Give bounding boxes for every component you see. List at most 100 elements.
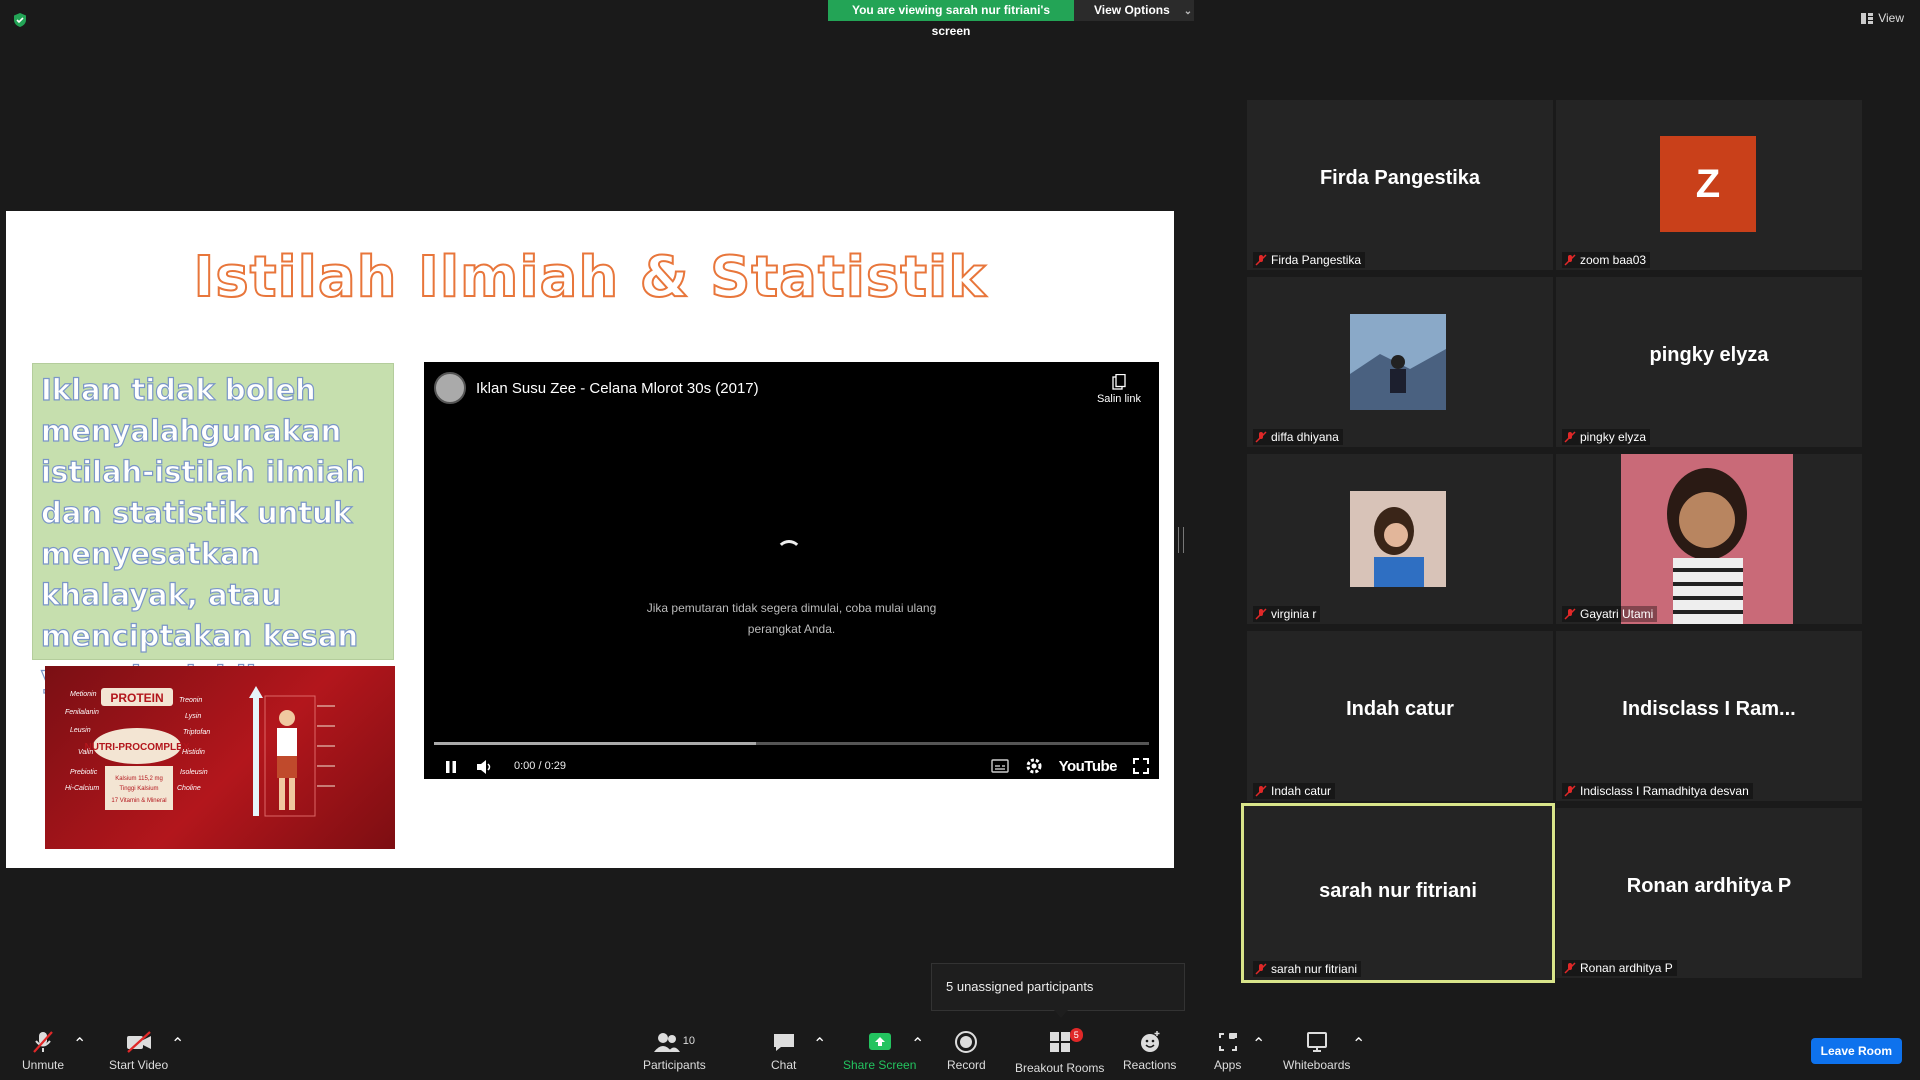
ad-word: Valin (78, 749, 93, 756)
audio-options-caret[interactable]: ⌃ (73, 1034, 86, 1054)
ad-word: NUTRI-PROCOMPLEX (85, 742, 190, 753)
captions-icon[interactable] (990, 759, 1009, 773)
participant-label-text: sarah nur fitriani (1271, 962, 1358, 976)
smiley-icon (1140, 1031, 1160, 1052)
nutrition-ad-graphic: PROTEIN NUTRI-PROCOMPLEX Metionin Fenila… (65, 686, 335, 817)
start-video-label: Start Video (109, 1058, 169, 1072)
screen-share-banner: You are viewing sarah nur fitriani's scr… (828, 0, 1194, 38)
participant-label-text: zoom baa03 (1580, 253, 1647, 267)
video-options-caret[interactable]: ⌃ (171, 1034, 184, 1054)
shared-slide: Istilah Ilmiah & Statistik Iklan tidak b… (6, 211, 1174, 868)
participant-name-large: Indisclass I Ram... (1622, 698, 1796, 720)
share-screen-button[interactable]: Share Screen (843, 1030, 916, 1072)
copy-icon (1112, 373, 1126, 390)
participant-label: virginia r (1253, 606, 1321, 622)
mic-muted-icon (1564, 785, 1576, 797)
participants-count: 10 (682, 1035, 695, 1047)
mic-muted-icon (1564, 431, 1576, 443)
record-icon (955, 1031, 978, 1053)
pause-icon[interactable] (444, 760, 458, 774)
view-label: View (1878, 11, 1904, 25)
playback-message: Jika pemutaran tidak segera dimulai, cob… (646, 601, 937, 636)
view-button[interactable]: View (1861, 11, 1904, 25)
participant-label-text: virginia r (1271, 607, 1317, 621)
breakout-rooms-button[interactable]: 5 Breakout Rooms (1015, 1028, 1105, 1075)
player-right-controls: YouTube (990, 757, 1149, 775)
ad-word: Treonin (179, 697, 202, 704)
participant-label-text: Firda Pangestika (1271, 253, 1362, 267)
apps-options-caret[interactable]: ⌃ (1252, 1034, 1265, 1054)
participant-photo (1621, 454, 1793, 624)
participant-label: pingky elyza (1562, 429, 1651, 445)
start-video-button[interactable]: Start Video (109, 1030, 168, 1072)
participant-tile-active-speaker[interactable]: sarah nur fitriani sarah nur fitriani (1241, 803, 1555, 983)
view-options-button[interactable]: View Options ⌄ (1074, 0, 1194, 21)
participant-tile[interactable]: Indisclass I Ram... Indisclass I Ramadhi… (1556, 631, 1862, 801)
copy-link-button[interactable]: Salin link (1096, 373, 1141, 405)
viewing-screen-message: You are viewing sarah nur fitriani's scr… (828, 0, 1074, 38)
mic-muted-icon (1564, 254, 1576, 266)
participant-label-text: Indah catur (1271, 784, 1332, 798)
breakout-rooms-badge: 5 (1069, 1028, 1083, 1042)
participant-tile[interactable]: Indah catur Indah catur (1247, 631, 1553, 801)
shield-icon[interactable] (12, 12, 28, 28)
participant-tile[interactable]: diffa dhiyana (1247, 277, 1553, 447)
participant-label: zoom baa03 (1562, 252, 1651, 268)
breakout-rooms-label: Breakout Rooms (1015, 1061, 1105, 1075)
unmute-label: Unmute (22, 1058, 65, 1072)
participant-name-large: Ronan ardhitya P (1626, 875, 1792, 897)
participant-tile[interactable]: Firda Pangestika Firda Pangestika (1247, 100, 1553, 270)
mic-muted-icon (1564, 608, 1576, 620)
unassigned-participants-tooltip[interactable]: 5 unassigned participants (931, 963, 1185, 1018)
whiteboards-label: Whiteboards (1283, 1058, 1351, 1072)
whiteboards-options-caret[interactable]: ⌃ (1352, 1034, 1365, 1054)
panel-resize-handle[interactable] (1178, 527, 1184, 553)
participant-tile[interactable]: pingky elyza pingky elyza (1556, 277, 1862, 447)
whiteboard-icon (1306, 1032, 1327, 1052)
participant-tile[interactable]: Z zoom baa03 (1556, 100, 1862, 270)
youtube-player[interactable]: Iklan Susu Zee - Celana Mlorot 30s (2017… (424, 362, 1159, 779)
participant-name-large: Firda Pangestika (1319, 167, 1481, 189)
copy-link-label: Salin link (1096, 393, 1141, 405)
record-button[interactable]: Record (947, 1030, 986, 1072)
video-off-icon (126, 1031, 151, 1053)
participant-label: Ronan ardhitya P (1562, 960, 1677, 976)
ad-word: Hi-Calcium (65, 785, 99, 792)
share-options-caret[interactable]: ⌃ (911, 1034, 924, 1054)
participant-tile[interactable]: Gayatri Utami (1556, 454, 1862, 624)
unmute-button[interactable]: Unmute (22, 1030, 64, 1072)
ad-word: Prebiotic (70, 769, 98, 776)
apps-icon (1218, 1033, 1237, 1051)
chat-button[interactable]: Chat (771, 1030, 796, 1072)
whiteboards-button[interactable]: Whiteboards (1283, 1030, 1350, 1072)
participant-label: Gayatri Utami (1562, 606, 1658, 622)
youtube-logo[interactable]: YouTube (1059, 758, 1118, 775)
reactions-button[interactable]: Reactions (1123, 1030, 1176, 1072)
participant-tile[interactable]: virginia r (1247, 454, 1553, 624)
ad-word: Leusin (70, 727, 91, 734)
participant-label-text: pingky elyza (1580, 430, 1647, 444)
apps-button[interactable]: Apps (1214, 1030, 1241, 1072)
video-title[interactable]: Iklan Susu Zee - Celana Mlorot 30s (2017… (476, 380, 759, 397)
progress-bar[interactable] (434, 742, 1149, 745)
ad-word: 17 Vitamin & Mineral (111, 798, 166, 804)
apps-label: Apps (1214, 1058, 1242, 1072)
channel-avatar[interactable] (434, 372, 466, 404)
volume-icon[interactable] (476, 759, 494, 775)
time-display: 0:00 / 0:29 (514, 760, 566, 772)
ad-word: Metionin (70, 691, 97, 698)
participant-tile[interactable]: Ronan ardhitya P Ronan ardhitya P (1556, 808, 1862, 978)
ad-word: Triptofan (183, 729, 210, 736)
participant-photo (1350, 314, 1446, 410)
participants-button[interactable]: 10 Participants (643, 1030, 706, 1072)
breakout-rooms-icon (1049, 1032, 1070, 1052)
leave-room-button[interactable]: Leave Room (1810, 1038, 1902, 1064)
mic-muted-icon (1255, 254, 1267, 266)
loading-spinner (776, 540, 802, 566)
participant-label: diffa dhiyana (1253, 429, 1343, 445)
settings-gear-icon[interactable] (1025, 757, 1043, 775)
participant-label-text: Ronan ardhitya P (1580, 961, 1673, 975)
chat-options-caret[interactable]: ⌃ (813, 1034, 826, 1054)
participant-name-large: pingky elyza (1649, 344, 1769, 366)
fullscreen-icon[interactable] (1133, 758, 1149, 774)
